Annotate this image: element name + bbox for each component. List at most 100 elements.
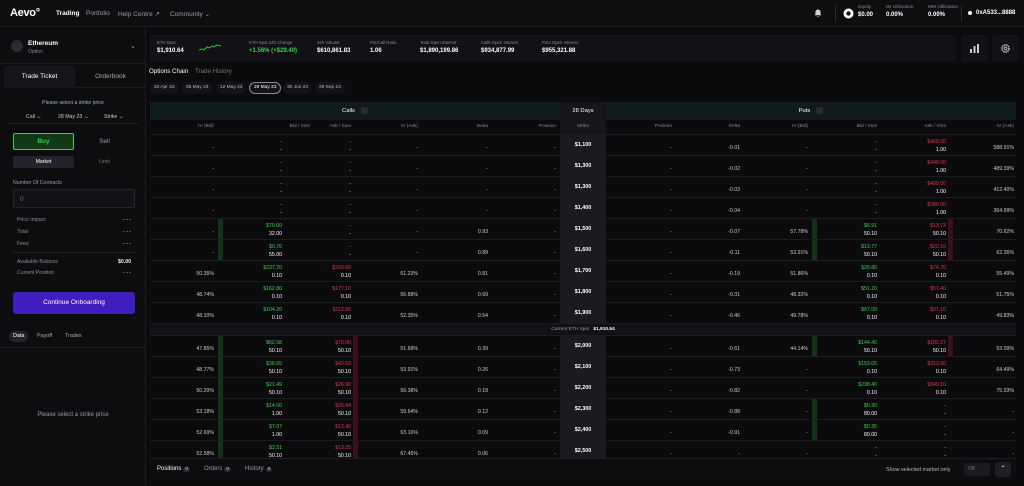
call-ask-price[interactable]: - xyxy=(291,139,351,145)
put-ask-price[interactable]: $57.40 xyxy=(886,286,946,292)
put-ask-price[interactable]: $389.00 xyxy=(886,202,946,208)
limit-order-tab[interactable]: Limit xyxy=(74,156,135,168)
call-bid-price[interactable]: $21.49 xyxy=(222,382,282,388)
call-ask-price[interactable]: $250.60 xyxy=(291,265,351,271)
call-ask-price[interactable]: $43.63 xyxy=(291,361,351,367)
call-ask-price[interactable]: $20.84 xyxy=(291,403,351,409)
call-ask-price[interactable]: $13.25 xyxy=(291,445,351,451)
put-bid-price[interactable]: $0.35 xyxy=(817,424,877,430)
put-bid-price[interactable]: - xyxy=(817,202,877,208)
put-ask-price[interactable]: $97.10 xyxy=(886,307,946,313)
expiry-pill[interactable]: 20 Apr 23 xyxy=(150,82,179,94)
nav-portfolio[interactable]: Portfolio xyxy=(86,10,110,17)
tab-orderbook[interactable]: Orderbook xyxy=(75,66,146,88)
tab-trade-history[interactable]: Trade History xyxy=(195,68,232,75)
put-ask-price[interactable]: $449.00 xyxy=(886,160,946,166)
call-ask-price[interactable]: - xyxy=(291,223,351,229)
contracts-input[interactable]: 0 xyxy=(13,189,135,208)
call-bid-price[interactable]: $7.07 xyxy=(222,424,282,430)
call-ask-price[interactable]: - xyxy=(291,181,351,187)
option-row[interactable]: 53.18% $14.00 1.00 $20.84 50.10 59.64% 0.12 - - -… xyxy=(150,398,1016,419)
put-bid-price[interactable]: - xyxy=(817,160,877,166)
put-ask-price[interactable]: $74.70 xyxy=(886,265,946,271)
expiry-pill[interactable]: 29 Sep 23 xyxy=(315,82,345,94)
put-bid-price[interactable]: $0.30 xyxy=(817,403,877,409)
option-row[interactable]: 52.69% $7.07 1.00 $13.40 50.10 63.16% 0.09 - - -0… xyxy=(150,419,1016,440)
tab-history[interactable]: History 0 xyxy=(245,466,273,472)
call-bid-price[interactable]: $70.00 xyxy=(222,223,282,229)
put-ask-price[interactable]: $409.00 xyxy=(886,181,946,187)
nav-community[interactable]: Community ⌄ xyxy=(170,10,210,18)
option-row[interactable]: 47.85% $62.58 50.10 $70.00 50.10 51.68% 0.39 - -… xyxy=(150,335,1016,356)
continue-onboarding-button[interactable]: Continue Onboarding xyxy=(13,292,135,314)
option-row[interactable]: 50.20% $21.49 50.10 $26.90 50.10 56.38% 0.18 - -… xyxy=(150,377,1016,398)
wallet-address[interactable]: 0xA533...8888 xyxy=(976,10,1015,16)
option-row[interactable]: 48.10% $104.20 0.10 $113.80 0.10 52.35% 0.54 - -… xyxy=(150,302,1016,323)
call-bid-price[interactable]: $38.65 xyxy=(222,361,282,367)
expiry-pill[interactable]: 12 May 23 xyxy=(216,82,247,94)
put-bid-price[interactable]: $87.00 xyxy=(817,307,877,313)
call-bid-price[interactable]: $14.00 xyxy=(222,403,282,409)
chevron-down-icon[interactable]: ⌄ xyxy=(130,42,136,50)
put-ask-price[interactable]: $22.16 xyxy=(886,244,946,250)
buy-button[interactable]: Buy xyxy=(13,133,74,150)
call-ask-price[interactable]: $13.40 xyxy=(291,424,351,430)
option-row[interactable]: 48.77% $38.65 50.10 $43.63 50.10 53.91% 0.26 - -… xyxy=(150,356,1016,377)
call-bid-price[interactable]: - xyxy=(222,160,282,166)
option-row[interactable]: - - - - - - - - - -0.03 - - - $409.00 1.00 412.40% $1,30… xyxy=(150,176,1016,197)
call-ask-price[interactable]: $70.00 xyxy=(291,340,351,346)
tab-positions[interactable]: Positions 0 xyxy=(157,466,191,472)
put-bid-price[interactable]: $153.05 xyxy=(817,361,877,367)
aevo-logo[interactable]: Aevo° xyxy=(10,7,40,19)
chevron-up-icon[interactable]: ⌃ xyxy=(995,462,1011,477)
put-bid-price[interactable]: $13.77 xyxy=(817,244,877,250)
put-bid-price[interactable]: - xyxy=(817,181,877,187)
call-bid-price[interactable]: - xyxy=(222,139,282,145)
call-bid-price[interactable]: $62.58 xyxy=(222,340,282,346)
bell-icon[interactable] xyxy=(813,8,823,18)
put-ask-price[interactable]: $349.10 xyxy=(886,382,946,388)
put-bid-price[interactable]: - xyxy=(817,445,877,451)
put-bid-price[interactable]: $28.80 xyxy=(817,265,877,271)
tab-trade-ticket[interactable]: Trade Ticket xyxy=(4,66,75,88)
put-ask-price[interactable]: $182.27 xyxy=(886,340,946,346)
tab-trades[interactable]: Trades xyxy=(61,331,86,342)
call-ask-price[interactable]: $113.80 xyxy=(291,307,351,313)
nav-help-centre[interactable]: Help Centre ↗ xyxy=(118,10,160,18)
call-ask-price[interactable]: - xyxy=(291,244,351,250)
option-row[interactable]: - $0.76 55.00 - - - 0.89 - - -0.11 53.91% $13.77 50.… xyxy=(150,239,1016,260)
call-bid-price[interactable]: $237.20 xyxy=(222,265,282,271)
call-bid-price[interactable]: $104.20 xyxy=(222,307,282,313)
put-bid-price[interactable]: $51.20 xyxy=(817,286,877,292)
tab-data[interactable]: Data xyxy=(9,331,29,342)
chart-toggle-button[interactable] xyxy=(961,35,988,62)
put-ask-price[interactable]: - xyxy=(886,403,946,409)
call-bid-price[interactable]: - xyxy=(222,181,282,187)
option-row[interactable]: - $70.00 32.00 - - - 0.93 - - -0.07 57.78% $6.91 50.… xyxy=(150,218,1016,239)
sell-button[interactable]: Sell xyxy=(74,133,135,150)
put-ask-price[interactable]: - xyxy=(886,445,946,451)
call-ask-price[interactable]: - xyxy=(291,160,351,166)
settings-button[interactable] xyxy=(992,35,1019,62)
market-order-tab[interactable]: Market xyxy=(13,156,74,168)
expiry-pill[interactable]: 05 May 23 xyxy=(182,82,213,94)
option-row[interactable]: 50.35% $237.20 0.10 $250.60 0.10 61.23% 0.81 - -… xyxy=(150,260,1016,281)
put-ask-price[interactable]: $313.90 xyxy=(886,361,946,367)
call-bid-price[interactable]: $162.80 xyxy=(222,286,282,292)
option-type-select[interactable]: Call ↔ xyxy=(26,114,42,120)
call-ask-price[interactable]: $26.90 xyxy=(291,382,351,388)
call-bid-price[interactable]: $3.51 xyxy=(222,445,282,451)
option-row[interactable]: - - - - - - - - - -0.01 - - - $469.00 1.00 588.91% $1,10… xyxy=(150,134,1016,155)
tab-orders[interactable]: Orders 0 xyxy=(204,466,232,472)
call-ask-price[interactable]: $177.10 xyxy=(291,286,351,292)
option-row[interactable]: - - - - - - - - - -0.04 - - - $389.00 1.00 364.99% $1,40… xyxy=(150,197,1016,218)
put-bid-price[interactable]: $144.45 xyxy=(817,340,877,346)
expiry-pill[interactable]: 30 Jun 23 xyxy=(283,82,313,94)
put-bid-price[interactable]: $6.91 xyxy=(817,223,877,229)
call-bid-price[interactable]: - xyxy=(222,202,282,208)
put-ask-price[interactable]: - xyxy=(886,424,946,430)
asset-selector[interactable]: Ethereum Option ⌄ xyxy=(0,27,146,64)
option-strike-select[interactable]: Strike ↔ xyxy=(104,114,124,120)
option-date-select[interactable]: 28 May 23 ↔ xyxy=(58,114,89,120)
tab-options-chain[interactable]: Options Chain xyxy=(149,68,188,75)
